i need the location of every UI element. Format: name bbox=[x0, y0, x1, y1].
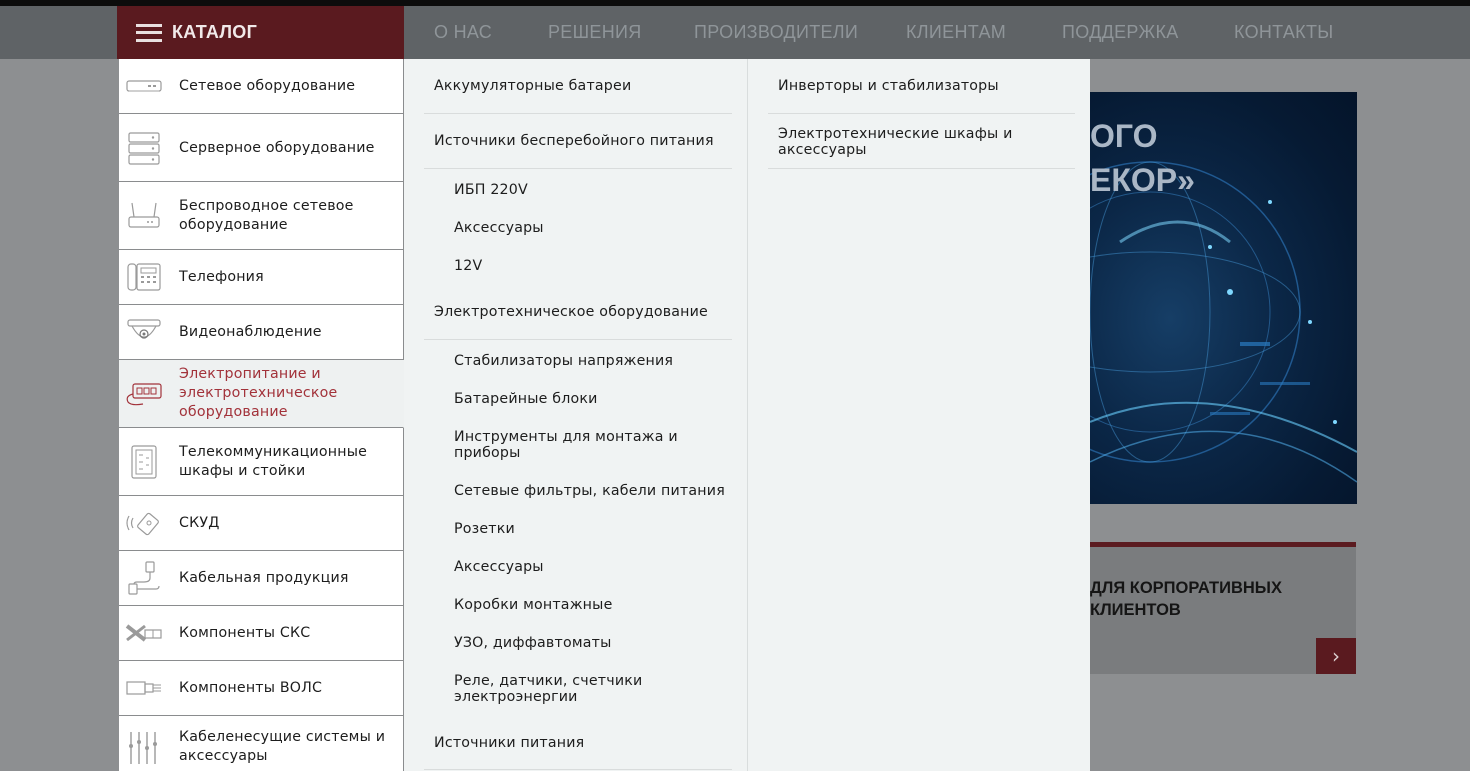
submenu-sublink[interactable]: Аксессуары bbox=[454, 559, 544, 575]
catalog-item-server[interactable]: Серверное оборудование bbox=[119, 114, 404, 182]
catalog-item-label: Телефония bbox=[179, 269, 264, 285]
submenu-sublink[interactable]: Батарейные блоки bbox=[454, 391, 598, 407]
catalog-item-label: Телекоммуникационные шкафы и стойки bbox=[179, 444, 368, 479]
submenu-link[interactable]: Электротехническое оборудование bbox=[434, 304, 708, 320]
catalog-item-label: СКУД bbox=[179, 515, 220, 531]
cable-tray-icon bbox=[125, 730, 163, 766]
submenu-sublink[interactable]: Реле, датчики, счетчики электроэнергии bbox=[454, 673, 714, 705]
catalog-item-label: Беспроводное сетевое оборудование bbox=[179, 198, 354, 233]
catalog-button[interactable]: КАТАЛОГ bbox=[117, 6, 404, 59]
submenu-separator bbox=[768, 113, 1075, 114]
cabinet-icon bbox=[125, 444, 163, 480]
catalog-item-video[interactable]: Видеонаблюдение bbox=[119, 305, 404, 360]
catalog-item-network[interactable]: Сетевое оборудование bbox=[119, 59, 404, 114]
cable-icon bbox=[125, 560, 163, 596]
submenu-link[interactable]: Аккумуляторные батареи bbox=[434, 78, 631, 94]
submenu-link[interactable]: Источники бесперебойного питания bbox=[434, 133, 714, 149]
nav-support[interactable]: ПОДДЕРЖКА bbox=[1062, 6, 1179, 59]
submenu-separator bbox=[424, 168, 732, 169]
catalog-item-label: Видеонаблюдение bbox=[179, 324, 322, 340]
dome-camera-icon bbox=[125, 314, 163, 350]
scs-components-icon bbox=[125, 615, 163, 651]
wifi-router-icon bbox=[125, 198, 163, 234]
fiber-connector-icon bbox=[125, 670, 163, 706]
catalog-item-access[interactable]: СКУД bbox=[119, 496, 404, 551]
server-rack-icon bbox=[125, 130, 163, 166]
submenu-separator bbox=[768, 168, 1075, 169]
network-switch-icon bbox=[125, 68, 163, 104]
hero-banner[interactable]: ОГО ЕКОР» bbox=[1090, 92, 1357, 504]
catalog-item-cabinets[interactable]: Телекоммуникационные шкафы и стойки bbox=[119, 428, 404, 496]
nav-manufacturers[interactable]: ПРОИЗВОДИТЕЛИ bbox=[694, 6, 858, 59]
catalog-label: КАТАЛОГ bbox=[172, 22, 258, 42]
submenu-sublink[interactable]: Стабилизаторы напряжения bbox=[454, 353, 673, 369]
nav-solutions[interactable]: РЕШЕНИЯ bbox=[548, 6, 642, 59]
nav-contacts[interactable]: КОНТАКТЫ bbox=[1234, 6, 1334, 59]
promo-text: ДЛЯ КОРПОРАТИВНЫХ КЛИЕНТОВ bbox=[1090, 579, 1282, 619]
catalog-item-scs[interactable]: Компоненты СКС bbox=[119, 606, 404, 661]
catalog-item-label: Кабельная продукция bbox=[179, 570, 349, 586]
phone-icon bbox=[125, 259, 163, 295]
promo-card[interactable]: ДЛЯ КОРПОРАТИВНЫХ КЛИЕНТОВ › bbox=[1090, 542, 1356, 674]
catalog-item-label: Компоненты ВОЛС bbox=[179, 680, 323, 696]
submenu-separator bbox=[424, 339, 732, 340]
catalog-item-cable[interactable]: Кабельная продукция bbox=[119, 551, 404, 606]
power-supply-icon bbox=[125, 376, 163, 412]
catalog-item-label: Сетевое оборудование bbox=[179, 78, 356, 94]
submenu-sublink[interactable]: Аксессуары bbox=[454, 220, 544, 236]
nav-about[interactable]: О НАС bbox=[434, 6, 492, 59]
catalog-item-label: Компоненты СКС bbox=[179, 625, 311, 641]
submenu-column-divider bbox=[747, 59, 748, 771]
submenu-separator bbox=[424, 769, 732, 770]
catalog-item-label: Кабеленесущие системы и аксессуары bbox=[179, 729, 386, 764]
submenu-sublink[interactable]: ИБП 220V bbox=[454, 182, 528, 198]
catalog-item-fiber[interactable]: Компоненты ВОЛС bbox=[119, 661, 404, 716]
submenu-separator bbox=[424, 113, 732, 114]
catalog-item-telephony[interactable]: Телефония bbox=[119, 250, 404, 305]
submenu-link[interactable]: Инверторы и стабилизаторы bbox=[778, 78, 999, 94]
catalog-item-cable-trays[interactable]: Кабеленесущие системы и аксессуары bbox=[119, 716, 404, 771]
promo-arrow-button[interactable]: › bbox=[1316, 638, 1356, 674]
banner-text-line1: ОГО bbox=[1090, 118, 1158, 154]
catalog-item-label: Электропитание и электротехническое обор… bbox=[179, 366, 338, 420]
hamburger-icon bbox=[136, 23, 162, 42]
chevron-right-icon: › bbox=[1332, 644, 1340, 668]
catalog-item-label: Серверное оборудование bbox=[179, 140, 375, 156]
catalog-item-wireless[interactable]: Беспроводное сетевое оборудование bbox=[119, 182, 404, 250]
catalog-menu: Сетевое оборудование Серверное оборудова… bbox=[117, 59, 404, 771]
nav-clients[interactable]: КЛИЕНТАМ bbox=[906, 6, 1006, 59]
submenu-sublink[interactable]: Коробки монтажные bbox=[454, 597, 613, 613]
submenu-sublink[interactable]: УЗО, диффавтоматы bbox=[454, 635, 611, 651]
submenu-link[interactable]: Электротехнические шкафы и аксессуары bbox=[778, 126, 1038, 158]
access-card-icon bbox=[125, 505, 163, 541]
submenu-sublink[interactable]: Сетевые фильтры, кабели питания bbox=[454, 483, 725, 499]
submenu-sublink[interactable]: Инструменты для монтажа и приборы bbox=[454, 429, 714, 461]
banner-text-line2: ЕКОР» bbox=[1090, 162, 1195, 198]
submenu-sublink[interactable]: Розетки bbox=[454, 521, 515, 537]
submenu-sublink[interactable]: 12V bbox=[454, 258, 482, 274]
submenu-link[interactable]: Источники питания bbox=[434, 735, 584, 751]
catalog-item-power[interactable]: Электропитание и электротехническое обор… bbox=[119, 360, 404, 428]
